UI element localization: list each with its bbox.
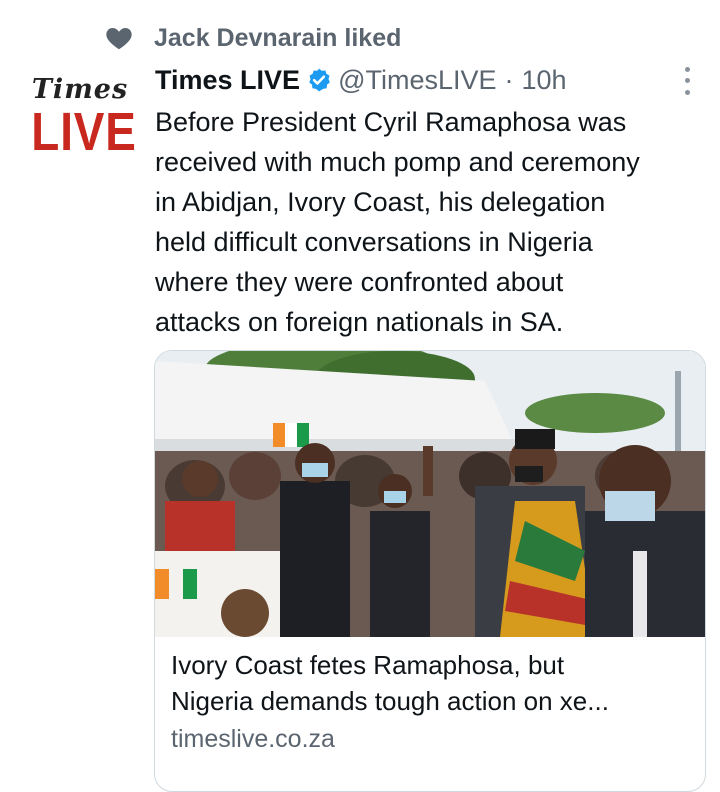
tweet-text-line: held difficult conversations in Nigeria — [155, 227, 593, 257]
tweet-text-line: where they were confronted about — [155, 267, 564, 297]
card-body: Ivory Coast fetes Ramaphosa, but Nigeria… — [155, 637, 705, 759]
card-title-line: Ivory Coast fetes Ramaphosa, but — [171, 650, 565, 680]
card-domain[interactable]: timeslive.co.za — [171, 719, 705, 759]
tweet-text: Before President Cyril Ramaphosa was rec… — [155, 102, 715, 342]
more-options-icon[interactable] — [676, 64, 698, 98]
card-title[interactable]: Ivory Coast fetes Ramaphosa, but Nigeria… — [171, 647, 691, 719]
tweet-text-line: attacks on foreign nationals in SA. — [155, 307, 564, 337]
separator-dot: · — [504, 64, 514, 95]
author-handle[interactable]: @TimesLIVE — [338, 65, 496, 96]
tweet-text-line: received with much pomp and ceremony — [155, 147, 640, 177]
verified-badge-icon — [309, 68, 330, 92]
tweet-timestamp[interactable]: 10h — [522, 65, 567, 96]
social-context[interactable]: Jack Devnarain liked — [104, 20, 401, 56]
link-preview-card[interactable]: Ivory Coast fetes Ramaphosa, but Nigeria… — [154, 350, 706, 792]
tweet-header: Times LIVE @TimesLIVE · 10h — [155, 62, 567, 98]
avatar[interactable]: Times LIVE — [22, 74, 138, 174]
more-dot — [684, 67, 690, 73]
author-name[interactable]: Times LIVE — [155, 65, 300, 96]
more-dot — [684, 78, 690, 84]
card-title-line: Nigeria demands tough action on xe... — [171, 686, 609, 716]
heart-icon — [106, 28, 132, 50]
social-context-text: Jack Devnarain liked — [154, 23, 402, 52]
tweet-text-line: Before President Cyril Ramaphosa was — [155, 107, 627, 137]
avatar-logo-live: LIVE — [31, 102, 137, 162]
tweet-text-line: in Abidjan, Ivory Coast, his delegation — [155, 187, 606, 217]
card-photo — [155, 351, 705, 637]
more-dot — [684, 89, 690, 95]
